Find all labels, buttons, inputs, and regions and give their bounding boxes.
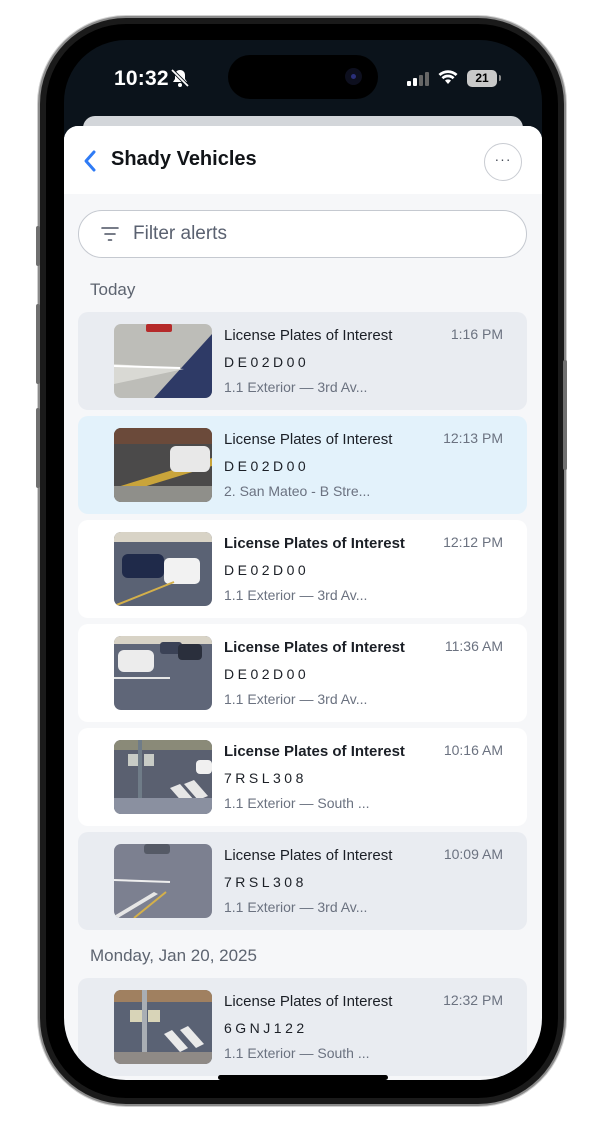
alert-plate: 6GNJ122 <box>224 1020 308 1036</box>
alert-time: 1:16 PM <box>450 326 503 342</box>
alert-location: 1.1 Exterior — South ... <box>224 795 370 811</box>
alert-time: 10:09 AM <box>443 846 503 862</box>
filter-placeholder: Filter alerts <box>133 223 227 244</box>
alert-title: License Plates of Interest <box>224 639 405 656</box>
section-label-today: Today <box>90 280 136 299</box>
alert-item[interactable]: License Plates of Interest DE02D00 1.1 E… <box>78 520 527 618</box>
alert-item[interactable]: License Plates of Interest 7RSL308 1.1 E… <box>78 728 527 826</box>
alert-title: License Plates of Interest <box>224 847 393 864</box>
alert-thumbnail <box>114 428 212 502</box>
alerts-sheet: Shady Vehicles ··· Filter alerts Today L… <box>64 126 542 1080</box>
alert-location: 1.1 Exterior — 3rd Av... <box>224 899 368 915</box>
status-time: 10:32 <box>114 67 169 90</box>
alert-plate: 7RSL308 <box>224 770 307 786</box>
alert-time: 10:16 AM <box>443 742 503 758</box>
alert-title: License Plates of Interest <box>224 743 405 760</box>
alert-time: 11:36 AM <box>444 638 503 654</box>
filter-icon <box>101 227 119 241</box>
ellipsis-icon: ··· <box>494 151 512 167</box>
camera-icon <box>345 68 362 85</box>
alert-plate: DE02D00 <box>224 458 310 474</box>
alert-thumbnail <box>114 324 212 398</box>
alert-time: 12:32 PM <box>443 992 503 1008</box>
alert-item[interactable]: License Plates of Interest DE02D00 1.1 E… <box>78 624 527 722</box>
alert-item[interactable]: License Plates of Interest 6GNJ122 1.1 E… <box>78 978 527 1076</box>
volume-up-button <box>36 304 40 384</box>
alert-time: 12:13 PM <box>443 430 503 446</box>
status-bar: 10:32 21 <box>64 40 542 120</box>
alert-plate: DE02D00 <box>224 666 310 682</box>
alert-thumbnail <box>114 740 212 814</box>
chevron-left-icon[interactable] <box>82 149 98 173</box>
alert-title: License Plates of Interest <box>224 431 393 448</box>
alert-plate: 7RSL308 <box>224 874 307 890</box>
volume-down-button <box>36 408 40 488</box>
alert-title: License Plates of Interest <box>224 327 393 344</box>
alert-thumbnail <box>114 990 212 1064</box>
alert-title: License Plates of Interest <box>224 535 405 552</box>
screen: 10:32 21 Shady Vehicles ··· Filter alert… <box>64 40 542 1080</box>
alert-time: 12:12 PM <box>443 534 503 550</box>
home-indicator[interactable] <box>218 1075 388 1080</box>
alert-thumbnail <box>114 532 212 606</box>
alert-title: License Plates of Interest <box>224 993 393 1010</box>
nav-header: Shady Vehicles ··· <box>64 126 542 194</box>
action-button <box>36 226 40 266</box>
dynamic-island <box>228 55 378 99</box>
cellular-signal-icon <box>407 72 431 86</box>
alert-location: 2. San Mateo - B Stre... <box>224 483 371 499</box>
alert-thumbnail <box>114 844 212 918</box>
alert-thumbnail <box>114 636 212 710</box>
more-options-button[interactable]: ··· <box>484 143 522 181</box>
wifi-icon <box>438 70 458 84</box>
alert-item[interactable]: License Plates of Interest 7RSL308 1.1 E… <box>78 832 527 930</box>
alert-location: 1.1 Exterior — 3rd Av... <box>224 587 368 603</box>
battery-icon: 21 <box>467 70 501 87</box>
alert-plate: DE02D00 <box>224 562 310 578</box>
alert-location: 1.1 Exterior — 3rd Av... <box>224 379 368 395</box>
alert-item[interactable]: License Plates of Interest DE02D00 1.1 E… <box>78 312 527 410</box>
section-label-date: Monday, Jan 20, 2025 <box>90 946 257 965</box>
page-title: Shady Vehicles <box>111 148 257 170</box>
bell-slash-icon <box>170 68 190 88</box>
filter-alerts-input[interactable]: Filter alerts <box>78 210 527 258</box>
alert-item[interactable]: License Plates of Interest DE02D00 2. Sa… <box>78 416 527 514</box>
alert-location: 1.1 Exterior — South ... <box>224 1045 370 1061</box>
alert-plate: DE02D00 <box>224 354 310 370</box>
alert-location: 1.1 Exterior — 3rd Av... <box>224 691 368 707</box>
power-button <box>563 360 567 470</box>
